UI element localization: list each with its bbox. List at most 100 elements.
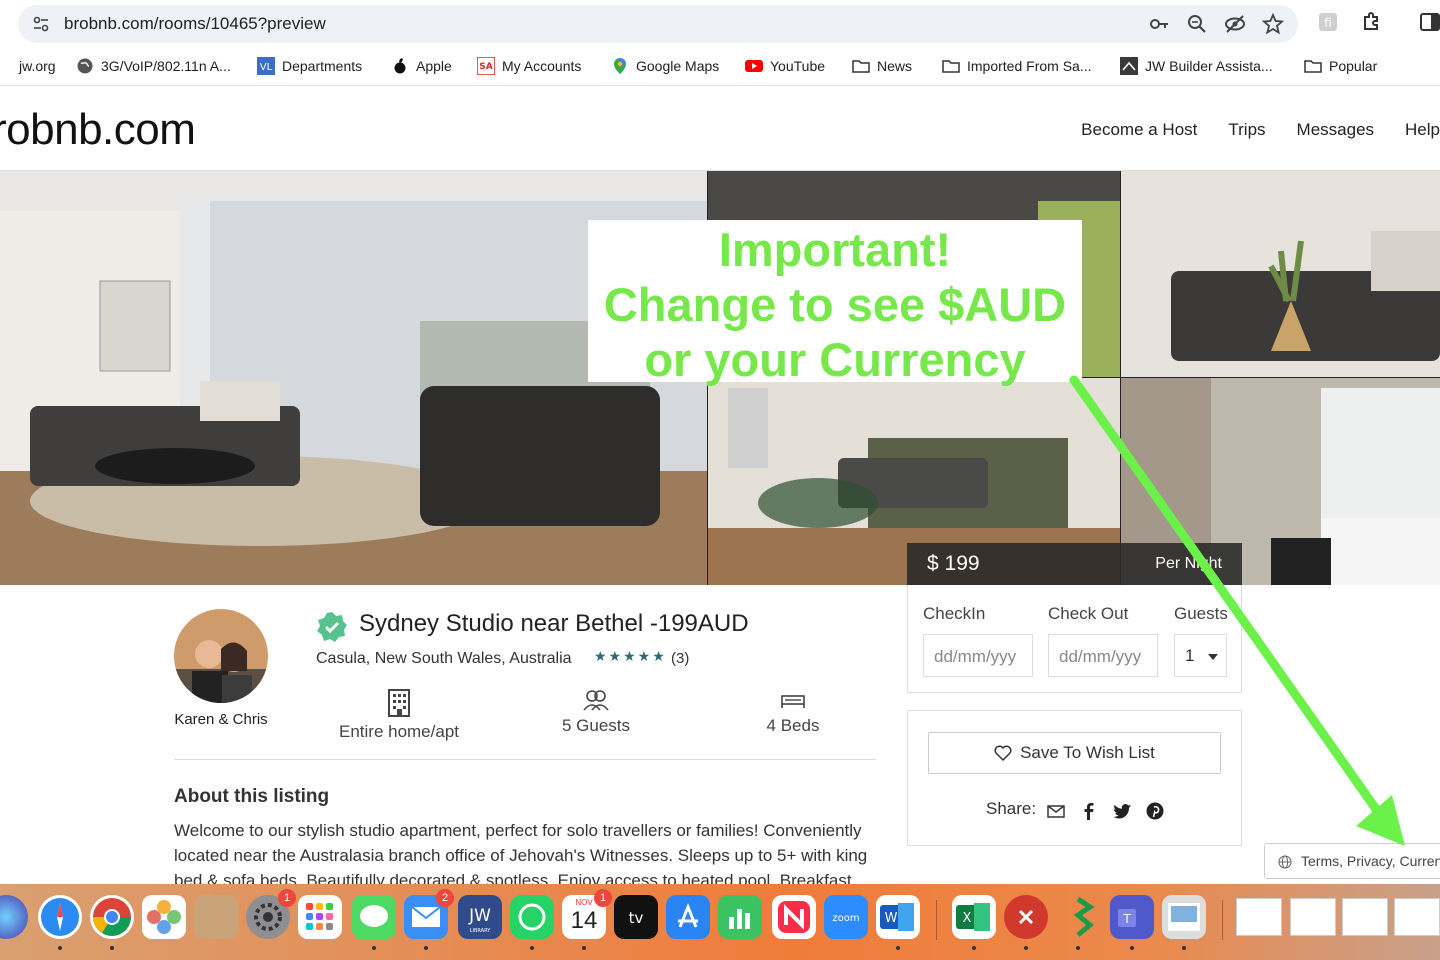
facebook-icon[interactable] [1079, 801, 1099, 821]
svg-text:T: T [1122, 912, 1131, 926]
booking-form: CheckIn Check Out Guests dd/mm/yyy dd/mm… [907, 585, 1242, 693]
mail-icon[interactable]: 2 [404, 889, 454, 939]
checkin-input[interactable]: dd/mm/yyy [923, 634, 1033, 677]
nav-trips[interactable]: Trips [1228, 120, 1265, 140]
bookmark-youtube[interactable]: YouTube [745, 57, 825, 75]
bookmark-departments[interactable]: VL Departments [257, 57, 362, 75]
review-count[interactable]: (3) [671, 650, 689, 667]
guests-select[interactable]: 1 [1174, 634, 1227, 677]
guests-icon [583, 690, 609, 711]
calendar-badge: 1 [594, 889, 612, 907]
url-text[interactable]: brobnb.com/rooms/10465?preview [64, 14, 326, 34]
terms-privacy-currency-button[interactable]: Terms, Privacy, Currency [1264, 843, 1440, 879]
numbers-icon[interactable] [718, 895, 762, 939]
avatar[interactable] [174, 609, 268, 703]
safari-icon[interactable] [38, 895, 82, 939]
wishlist-label: Save To Wish List [1020, 743, 1155, 762]
bookmark-google-maps[interactable]: Google Maps [611, 57, 719, 75]
apple-tv-icon[interactable]: tv [614, 895, 658, 939]
save-to-wishlist-button[interactable]: Save To Wish List [928, 732, 1221, 774]
teams-icon[interactable]: T [1110, 895, 1154, 939]
feature-home-type: Entire home/apt [338, 688, 460, 742]
bookmark-apple[interactable]: Apple [391, 57, 452, 75]
nav-messages[interactable]: Messages [1297, 120, 1374, 140]
running-indicator [372, 946, 376, 950]
promo-line-2: Change to see $AUD [603, 278, 1067, 331]
sa-icon: SA [476, 56, 496, 76]
running-indicator [110, 946, 114, 950]
chrome-icon[interactable] [90, 895, 134, 939]
sketchup-icon[interactable] [1056, 895, 1100, 939]
chevron-down-icon [1208, 654, 1218, 660]
minimized-window-thumbnail[interactable] [1236, 898, 1282, 936]
photos-icon[interactable] [142, 895, 186, 939]
minimized-window-thumbnail[interactable] [1290, 898, 1336, 936]
excel-icon[interactable]: X [952, 895, 996, 939]
mail-badge: 2 [436, 889, 454, 907]
minimized-window-thumbnail[interactable] [1394, 898, 1440, 936]
bookmark-imported[interactable]: Imported From Sa... [942, 57, 1091, 75]
extension-icon[interactable]: fi [1316, 10, 1340, 34]
whatsapp-icon[interactable] [510, 895, 554, 939]
system-settings-icon[interactable]: 1 [246, 889, 296, 939]
svg-text:SA: SA [479, 62, 492, 72]
app-store-icon[interactable] [666, 895, 710, 939]
listing-location: Casula, New South Wales, Australia [316, 650, 572, 667]
folder-icon [1304, 57, 1322, 75]
building-icon [388, 689, 410, 717]
zoom-icon[interactable]: zoom [824, 895, 868, 939]
checkout-label: Check Out [1048, 604, 1129, 623]
remote-desktop-icon[interactable] [1004, 895, 1048, 939]
minimized-window-thumbnail[interactable] [1342, 898, 1388, 936]
photo-sofa[interactable] [1121, 171, 1440, 377]
preview-icon[interactable] [1162, 895, 1206, 939]
twitter-icon[interactable] [1112, 801, 1132, 821]
nav-become-host[interactable]: Become a Host [1081, 120, 1197, 140]
extensions-puzzle-icon[interactable] [1360, 10, 1384, 34]
rating-stars: ★★★★★ [594, 648, 667, 664]
password-key-icon[interactable] [1148, 13, 1170, 35]
guests-value: 1 [1185, 646, 1195, 665]
word-icon[interactable]: W [876, 895, 920, 939]
bookmarks-bar: jw.org 3G/VoIP/802.11n A... VL Departmen… [0, 48, 1440, 86]
address-bar[interactable]: brobnb.com/rooms/10465?preview [18, 5, 1298, 43]
news-icon[interactable] [772, 895, 816, 939]
jw-library-icon[interactable]: JW LIBRARY [458, 895, 502, 939]
launchpad-icon[interactable] [298, 895, 342, 939]
bookmark-my-accounts[interactable]: SA My Accounts [476, 56, 581, 76]
browser-toolbar: brobnb.com/rooms/10465?preview fi [0, 0, 1440, 48]
checkout-input[interactable]: dd/mm/yyy [1048, 634, 1158, 677]
running-indicator [972, 946, 976, 950]
running-indicator [424, 946, 428, 950]
bookmark-jw-org[interactable]: jw.org [0, 57, 56, 75]
bookmark-star-icon[interactable] [1261, 12, 1285, 35]
eye-off-icon[interactable] [1224, 13, 1246, 35]
bookmark-popular[interactable]: Popular [1304, 57, 1377, 75]
messages-icon[interactable] [352, 895, 396, 939]
nav-help[interactable]: Help [1405, 120, 1440, 140]
globe-icon [0, 57, 12, 75]
section-divider [174, 759, 876, 760]
feature-label: Entire home/apt [338, 722, 459, 741]
email-icon[interactable] [1046, 801, 1066, 821]
promo-line-1: Important! [718, 223, 952, 276]
siri-icon[interactable] [0, 895, 28, 939]
side-panel-icon[interactable] [1418, 10, 1440, 34]
running-indicator [896, 946, 900, 950]
bookmark-jw-builder[interactable]: JW Builder Assista... [1120, 57, 1273, 75]
share-label: Share: [986, 799, 1037, 818]
svg-text:X: X [963, 911, 972, 926]
bookmark-news[interactable]: News [852, 57, 912, 75]
running-indicator [58, 946, 62, 950]
contacts-icon[interactable] [194, 895, 238, 939]
bed-icon [781, 695, 805, 708]
zoom-icon[interactable] [1186, 13, 1208, 35]
svg-text:W: W [885, 911, 898, 926]
calendar-icon[interactable]: NOV 14 1 [562, 889, 612, 939]
site-settings-icon[interactable] [32, 15, 50, 33]
pinterest-icon[interactable] [1145, 801, 1165, 821]
price-bar: $ 199 Per Night [907, 543, 1242, 585]
site-logo[interactable]: robnb.com [0, 105, 196, 155]
globe-icon [1278, 855, 1292, 869]
bookmark-3g-voip[interactable]: 3G/VoIP/802.11n A... [76, 57, 231, 75]
